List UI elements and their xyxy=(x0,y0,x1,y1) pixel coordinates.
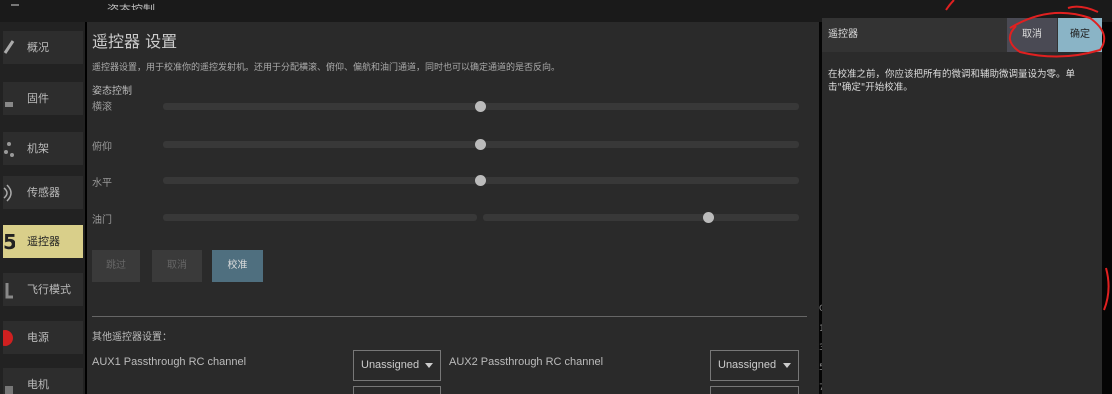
divider xyxy=(92,316,807,317)
sidebar-item-motors[interactable]: 电机 xyxy=(3,368,83,394)
sidebar-item-label: 机架 xyxy=(27,142,49,155)
dialog-title: 遥控器 xyxy=(828,29,858,40)
sidebar-item-label: 遥控器 xyxy=(27,235,60,248)
aux4-select-partial[interactable] xyxy=(710,386,799,394)
throttle-label: 油门 xyxy=(92,215,112,226)
aux3-select-partial[interactable] xyxy=(353,386,441,394)
dialog-cancel-button[interactable]: 取消 xyxy=(1007,18,1057,52)
sidebar-item-label: 电机 xyxy=(27,378,49,391)
radio-setup-panel: 遥控器 设置 遥控器设置，用于校准你的遥控发射机。还用于分配横滚、俯仰、偏航和油… xyxy=(87,22,819,394)
page-title: 遥控器 设置 xyxy=(92,32,178,51)
sidebar-item-power[interactable]: 电源 xyxy=(3,321,83,354)
calibration-dialog: 遥控器 取消 确定 在校准之前，你应该把所有的微调和辅助微调量设为零。单击"确定… xyxy=(822,18,1102,394)
attitude-section-title: 姿态控制 xyxy=(92,86,132,97)
top-title: 姿态控制 xyxy=(107,3,156,10)
sidebar-item-label: 飞行模式 xyxy=(27,283,71,296)
aux1-label: AUX1 Passthrough RC channel xyxy=(92,356,247,368)
other-settings-title: 其他遥控器设置： xyxy=(92,332,172,343)
roll-indicator xyxy=(475,101,486,112)
throttle-track-right xyxy=(483,214,799,221)
yaw-indicator xyxy=(475,175,486,186)
page-description: 遥控器设置，用于校准你的遥控发射机。还用于分配横滚、俯仰、偏航和油门通道，同时也… xyxy=(92,63,561,73)
roll-label: 横滚 xyxy=(92,102,112,113)
throttle-track-left xyxy=(163,214,477,221)
airframe-icon xyxy=(4,142,14,157)
sidebar-item-airframe[interactable]: 机架 xyxy=(3,132,83,165)
dialog-ok-button[interactable]: 确定 xyxy=(1058,18,1102,52)
sidebar-item-sensors[interactable]: 传感器 xyxy=(3,176,83,209)
aux2-select-value: Unassigned xyxy=(718,359,777,371)
aux1-select-value: Unassigned xyxy=(361,359,420,371)
sidebar-item-label: 电源 xyxy=(27,331,49,344)
aux1-select[interactable]: Unassigned xyxy=(353,350,441,381)
firmware-icon xyxy=(5,102,13,107)
overview-icon xyxy=(3,40,15,54)
power-icon xyxy=(3,330,13,346)
pitch-indicator xyxy=(475,139,486,150)
sidebar-item-overview[interactable]: 概况 xyxy=(3,31,83,64)
yaw-label: 水平 xyxy=(92,178,112,189)
flight-mode-icon xyxy=(5,283,13,299)
throttle-indicator xyxy=(703,212,714,223)
sidebar: 概况 固件 机架 传感器 5 遥控器 飞行模式 电源 电机 xyxy=(0,22,85,394)
dialog-message: 在校准之前，你应该把所有的微调和辅助微调量设为零。单击"确定"开始校准。 xyxy=(828,69,1076,93)
motor-icon xyxy=(5,386,13,394)
skip-button[interactable]: 跳过 xyxy=(92,250,140,282)
aux2-select[interactable]: Unassigned xyxy=(710,350,799,381)
sidebar-item-label: 概况 xyxy=(27,41,49,54)
chevron-down-icon xyxy=(425,363,433,368)
aux2-label: AUX2 Passthrough RC channel xyxy=(449,356,604,368)
calibrate-button[interactable]: 校准 xyxy=(212,250,263,282)
menu-icon[interactable] xyxy=(11,4,19,6)
chevron-down-icon xyxy=(783,363,791,368)
sidebar-item-label: 传感器 xyxy=(27,186,60,199)
pitch-label: 俯仰 xyxy=(92,142,112,153)
svg-text:5: 5 xyxy=(3,231,15,253)
radio-icon: 5 xyxy=(3,231,15,253)
cancel-button[interactable]: 取消 xyxy=(152,250,202,282)
dialog-header: 遥控器 取消 确定 xyxy=(822,18,1102,52)
sidebar-item-radio[interactable]: 5 遥控器 xyxy=(3,225,83,258)
sidebar-item-firmware[interactable]: 固件 xyxy=(3,82,83,115)
sensor-icon xyxy=(3,184,12,202)
sidebar-item-label: 固件 xyxy=(27,92,49,105)
sidebar-item-flight-modes[interactable]: 飞行模式 xyxy=(3,273,83,306)
